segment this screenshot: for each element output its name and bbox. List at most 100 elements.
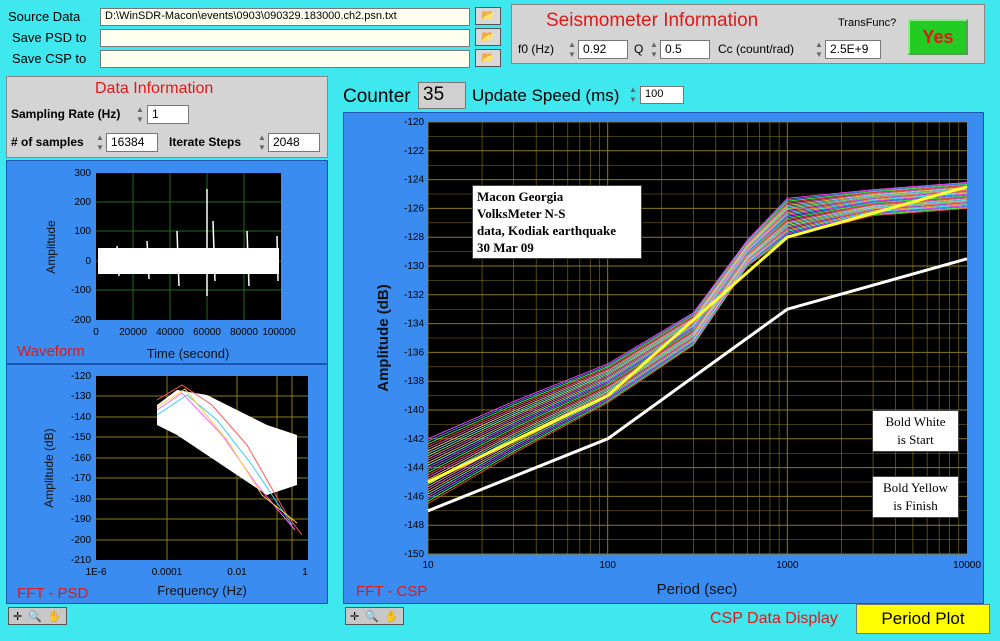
save-psd-label: Save PSD to — [12, 30, 87, 45]
csp-xticks: 10 100 1000 10000 — [422, 560, 981, 571]
waveform-ylabel: Amplitude — [44, 220, 58, 274]
csp-annotation-start: Bold White is Start — [872, 410, 959, 452]
csp-xtick: 10 — [422, 560, 434, 571]
q-input[interactable]: 0.5 — [660, 40, 710, 59]
waveform-ytick: 100 — [74, 226, 91, 237]
save-psd-field[interactable] — [100, 29, 470, 47]
waveform-plot-area — [96, 173, 281, 320]
annotation-line: Bold Yellow — [882, 480, 949, 495]
csp-graph-tools[interactable]: ✛ 🔍 ✋ — [345, 607, 404, 625]
waveform-xtick: 40000 — [156, 327, 184, 338]
browse-source-button[interactable]: 📂 — [475, 7, 501, 25]
pan-hand-icon[interactable]: ✋ — [385, 610, 399, 623]
sampling-rate-spinner[interactable]: ▲ ▼ — [135, 105, 145, 125]
transfunc-toggle[interactable]: Yes — [908, 19, 968, 55]
zoom-icon[interactable]: 🔍 — [365, 610, 379, 623]
psd-ytick: -190 — [71, 514, 91, 525]
waveform-panel: 300 200 100 0 -100 -200 0 20000 40000 60… — [6, 160, 328, 364]
data-info-panel: Data Information Sampling Rate (Hz) ▲ ▼ 1… — [6, 76, 328, 158]
psd-graph-tools[interactable]: ✛ 🔍 ✋ — [8, 607, 67, 625]
zoom-icon[interactable]: 🔍 — [28, 610, 42, 623]
cc-label: Cc (count/rad) — [718, 42, 795, 56]
pan-hand-icon[interactable]: ✋ — [48, 610, 62, 623]
annotation-line: is Finish — [893, 498, 938, 513]
psd-ytick: -120 — [71, 371, 91, 382]
psd-ytick: -140 — [71, 412, 91, 423]
iterate-input[interactable]: 2048 — [268, 133, 320, 152]
csp-ytick: -120 — [404, 117, 424, 128]
csp-ytick: -146 — [404, 491, 424, 502]
csp-ytick: -150 — [404, 549, 424, 560]
waveform-ytick: -200 — [71, 315, 91, 326]
save-csp-field[interactable] — [100, 50, 470, 68]
csp-annotation-event: Macon Georgia VolksMeter N-S data, Kodia… — [472, 185, 642, 259]
psd-xlabel: Frequency (Hz) — [157, 583, 247, 598]
seismometer-panel: Seismometer Information TransFunc? Yes f… — [511, 4, 985, 64]
psd-caption: FFT - PSD — [17, 585, 89, 602]
seismometer-title: Seismometer Information — [546, 10, 759, 31]
csp-ytick: -148 — [404, 520, 424, 531]
csp-chart: -120 -122 -124 -126 -128 -130 -132 -134 -136 -138… — [356, 117, 981, 600]
psd-xtick: 1E-6 — [85, 567, 107, 578]
source-data-value: D:\WinSDR-Macon\events\0903\090329.18300… — [105, 10, 397, 22]
f0-input[interactable]: 0.92 — [578, 40, 628, 59]
samples-spinner[interactable]: ▲ ▼ — [95, 133, 105, 153]
csp-annotation-finish: Bold Yellow is Finish — [872, 476, 959, 518]
update-speed-spinner[interactable]: ▲ ▼ — [628, 85, 638, 105]
psd-xtick: 1 — [302, 567, 308, 578]
counter-value: 35 — [418, 82, 466, 109]
browse-csp-button[interactable]: 📂 — [475, 49, 501, 67]
folder-icon: 📂 — [481, 52, 495, 64]
waveform-xtick: 80000 — [230, 327, 258, 338]
csp-ytick: -132 — [404, 290, 424, 301]
crosshair-icon[interactable]: ✛ — [13, 610, 22, 623]
csp-ytick: -122 — [404, 146, 424, 157]
browse-psd-button[interactable]: 📂 — [475, 28, 501, 46]
csp-ytick: -126 — [404, 203, 424, 214]
waveform-ytick: 200 — [74, 197, 91, 208]
cc-spinner[interactable]: ▲ ▼ — [814, 40, 824, 60]
sampling-rate-input[interactable]: 1 — [147, 105, 189, 124]
waveform-xtick: 60000 — [193, 327, 221, 338]
f0-spinner[interactable]: ▲ ▼ — [567, 40, 577, 60]
data-info-title: Data Information — [95, 80, 214, 97]
crosshair-icon[interactable]: ✛ — [350, 610, 359, 623]
source-data-field[interactable]: D:\WinSDR-Macon\events\0903\090329.18300… — [100, 8, 470, 26]
psd-chart: -120 -130 -140 -150 -160 -170 -180 -190 … — [17, 371, 308, 602]
annotation-line: Macon Georgia — [477, 189, 564, 204]
iterate-label: Iterate Steps — [169, 135, 242, 149]
psd-panel: -120 -130 -140 -150 -160 -170 -180 -190 … — [6, 364, 328, 604]
csp-ytick: -130 — [404, 261, 424, 272]
waveform-xlabel: Time (second) — [147, 346, 230, 361]
waveform-chart: 300 200 100 0 -100 -200 0 20000 40000 60… — [17, 168, 296, 361]
csp-xlabel: Period (sec) — [657, 581, 738, 598]
folder-icon: 📂 — [481, 31, 495, 43]
csp-display-selector[interactable]: Period Plot — [856, 604, 990, 634]
waveform-xtick: 20000 — [119, 327, 147, 338]
csp-ytick: -144 — [404, 463, 424, 474]
waveform-xtick: 0 — [93, 327, 99, 338]
csp-panel: -120 -122 -124 -126 -128 -130 -132 -134 -136 -138… — [343, 112, 984, 604]
annotation-line: data, Kodiak earthquake — [477, 223, 617, 238]
psd-ytick: -150 — [71, 432, 91, 443]
waveform-caption: Waveform — [17, 343, 85, 360]
csp-ytick: -124 — [404, 175, 424, 186]
update-speed-input[interactable]: 100 — [640, 86, 684, 104]
q-label: Q — [634, 42, 644, 56]
psd-ylabel: Amplitude (dB) — [42, 428, 56, 507]
annotation-line: 30 Mar 09 — [477, 240, 534, 255]
csp-ytick: -142 — [404, 434, 424, 445]
iterate-spinner[interactable]: ▲ ▼ — [257, 133, 267, 153]
csp-caption: FFT - CSP — [356, 583, 427, 600]
csp-xtick: 1000 — [776, 560, 799, 571]
annotation-line: Bold White — [885, 414, 946, 429]
psd-ytick: -170 — [71, 473, 91, 484]
q-spinner[interactable]: ▲ ▼ — [649, 40, 659, 60]
cc-input[interactable]: 2.5E+9 — [825, 40, 881, 59]
f0-label: f0 (Hz) — [518, 42, 554, 56]
psd-ytick: -180 — [71, 494, 91, 505]
waveform-ytick: 300 — [74, 168, 91, 179]
samples-input[interactable]: 16384 — [106, 133, 158, 152]
annotation-line: VolksMeter N-S — [477, 206, 566, 221]
samples-label: # of samples — [11, 135, 84, 149]
